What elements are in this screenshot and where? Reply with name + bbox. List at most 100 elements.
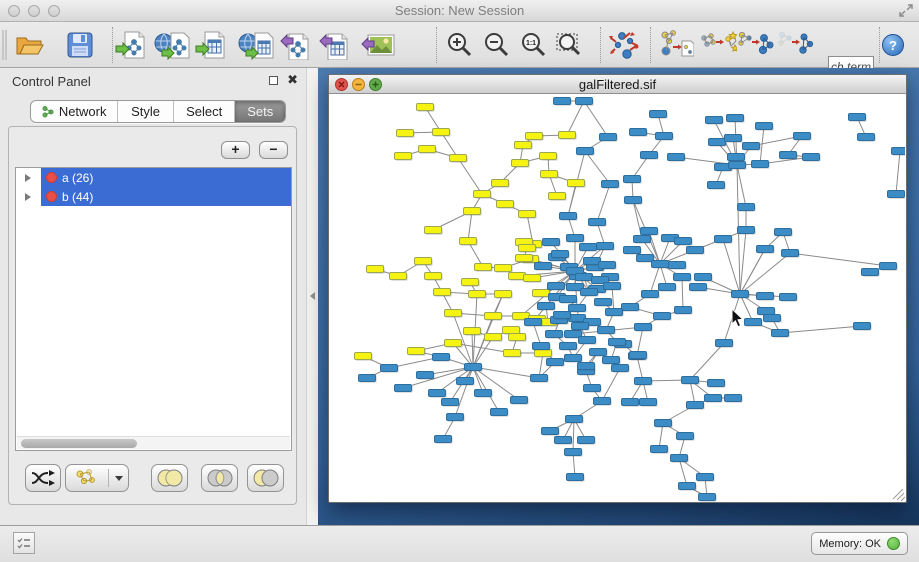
graph-node-blue[interactable] xyxy=(725,395,742,402)
graph-edge[interactable] xyxy=(740,253,790,294)
graph-node-blue[interactable] xyxy=(609,339,626,346)
graph-node-blue[interactable] xyxy=(675,307,692,314)
graph-node-blue[interactable] xyxy=(738,204,755,211)
graph-edge[interactable] xyxy=(473,367,539,378)
graph-node-blue[interactable] xyxy=(597,243,614,250)
graph-node-blue[interactable] xyxy=(560,213,577,220)
graph-node-blue[interactable] xyxy=(560,343,577,350)
selected-set[interactable]: a (26) xyxy=(41,168,291,187)
graph-edge[interactable] xyxy=(567,101,584,135)
graph-node-yellow[interactable] xyxy=(503,327,520,334)
graph-node-blue[interactable] xyxy=(708,182,725,189)
graph-node-blue[interactable] xyxy=(679,483,696,490)
graph-node-blue[interactable] xyxy=(655,420,672,427)
graph-node-blue[interactable] xyxy=(637,255,654,262)
graph-node-blue[interactable] xyxy=(780,294,797,301)
graph-node-blue[interactable] xyxy=(552,251,569,258)
graph-node-blue[interactable] xyxy=(659,284,676,291)
graph-node-yellow[interactable] xyxy=(474,191,491,198)
graph-node-blue[interactable] xyxy=(752,161,769,168)
graph-node-blue[interactable] xyxy=(687,402,704,409)
network-canvas[interactable] xyxy=(330,94,905,502)
zoom-in-button[interactable] xyxy=(441,26,479,64)
graph-node-blue[interactable] xyxy=(555,437,572,444)
graph-node-yellow[interactable] xyxy=(433,129,450,136)
graph-node-yellow[interactable] xyxy=(519,211,536,218)
graph-node-blue[interactable] xyxy=(589,219,606,226)
graph-node-blue[interactable] xyxy=(435,436,452,443)
graph-edge[interactable] xyxy=(585,151,610,184)
graph-node-yellow[interactable] xyxy=(395,153,412,160)
graph-node-blue[interactable] xyxy=(780,152,797,159)
expand-arrow-icon[interactable] xyxy=(25,193,31,201)
graph-node-yellow[interactable] xyxy=(445,340,462,347)
intersection-button[interactable] xyxy=(201,464,238,492)
graph-node-blue[interactable] xyxy=(531,375,548,382)
merge-networks-difference-button[interactable] xyxy=(776,26,814,64)
graph-node-blue[interactable] xyxy=(727,115,744,122)
graph-edge[interactable] xyxy=(780,326,862,333)
graph-node-yellow[interactable] xyxy=(504,350,521,357)
graph-node-blue[interactable] xyxy=(359,375,376,382)
graph-node-yellow[interactable] xyxy=(460,238,477,245)
graph-node-blue[interactable] xyxy=(854,323,871,330)
horizontal-scrollbar[interactable] xyxy=(17,436,290,449)
difference-button[interactable] xyxy=(247,464,284,492)
graph-node-yellow[interactable] xyxy=(464,208,481,215)
tab-network[interactable]: Network xyxy=(31,101,118,122)
graph-node-blue[interactable] xyxy=(595,299,612,306)
graph-node-blue[interactable] xyxy=(598,327,615,334)
graph-node-yellow[interactable] xyxy=(408,348,425,355)
graph-node-blue[interactable] xyxy=(581,289,598,296)
graph-node-blue[interactable] xyxy=(572,323,589,330)
graph-node-blue[interactable] xyxy=(794,133,811,140)
graph-node-blue[interactable] xyxy=(729,162,746,169)
tab-select[interactable]: Select xyxy=(174,101,236,122)
graph-node-blue[interactable] xyxy=(475,390,492,397)
graph-node-blue[interactable] xyxy=(677,433,694,440)
graph-node-blue[interactable] xyxy=(442,399,459,406)
union-button[interactable] xyxy=(151,464,188,492)
graph-node-yellow[interactable] xyxy=(445,310,462,317)
graph-node-blue[interactable] xyxy=(533,343,550,350)
graph-node-blue[interactable] xyxy=(757,293,774,300)
graph-node-blue[interactable] xyxy=(635,324,652,331)
graph-node-yellow[interactable] xyxy=(533,290,550,297)
graph-node-yellow[interactable] xyxy=(509,334,526,341)
collapse-panel-icon[interactable] xyxy=(310,292,315,300)
graph-node-yellow[interactable] xyxy=(526,133,543,140)
graph-node-blue[interactable] xyxy=(567,235,584,242)
graph-node-blue[interactable] xyxy=(858,134,875,141)
graph-node-blue[interactable] xyxy=(624,176,641,183)
graph-node-blue[interactable] xyxy=(652,261,669,268)
set-row[interactable]: a (26) xyxy=(16,168,291,187)
graph-node-blue[interactable] xyxy=(630,352,647,359)
graph-node-blue[interactable] xyxy=(756,123,773,130)
graph-node-blue[interactable] xyxy=(757,246,774,253)
graph-node-blue[interactable] xyxy=(599,262,616,269)
graph-node-blue[interactable] xyxy=(606,309,623,316)
graph-node-blue[interactable] xyxy=(565,355,582,362)
graph-node-blue[interactable] xyxy=(634,236,651,243)
graph-node-blue[interactable] xyxy=(635,378,652,385)
graph-node-blue[interactable] xyxy=(728,154,745,161)
graph-node-blue[interactable] xyxy=(682,377,699,384)
graph-node-blue[interactable] xyxy=(716,340,733,347)
close-panel-icon[interactable]: ✖ xyxy=(287,72,298,88)
export-image-button[interactable] xyxy=(359,26,397,64)
graph-node-yellow[interactable] xyxy=(515,142,532,149)
save-session-button[interactable] xyxy=(61,26,99,64)
graph-node-blue[interactable] xyxy=(535,263,552,270)
graph-node-blue[interactable] xyxy=(641,152,658,159)
graph-node-blue[interactable] xyxy=(604,283,621,290)
graph-node-blue[interactable] xyxy=(705,395,722,402)
graph-node-yellow[interactable] xyxy=(524,275,541,282)
graph-node-blue[interactable] xyxy=(651,446,668,453)
graph-node-blue[interactable] xyxy=(577,148,594,155)
graph-edge[interactable] xyxy=(896,151,900,194)
graph-node-blue[interactable] xyxy=(538,303,555,310)
graph-node-blue[interactable] xyxy=(603,357,620,364)
graph-node-yellow[interactable] xyxy=(495,265,512,272)
extract-set-button[interactable] xyxy=(25,464,61,492)
graph-node-blue[interactable] xyxy=(548,283,565,290)
